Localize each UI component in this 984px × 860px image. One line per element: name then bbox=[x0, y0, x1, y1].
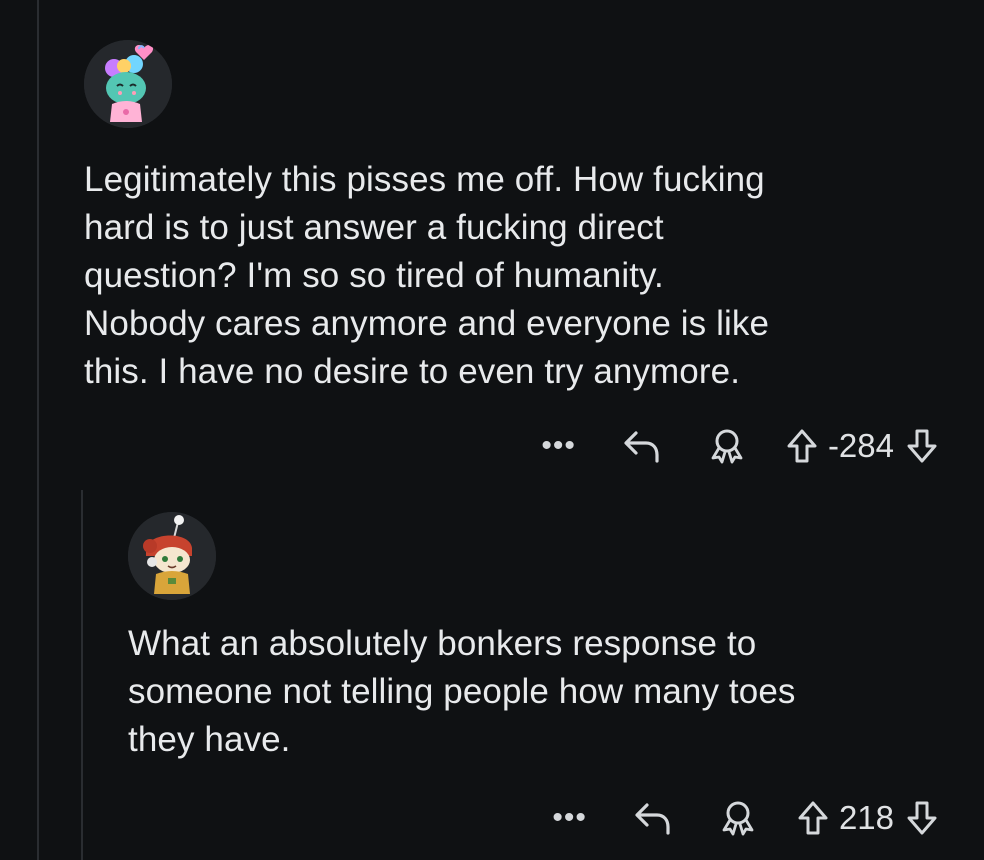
vote-score: -284 bbox=[827, 427, 894, 464]
upvote-button[interactable] bbox=[797, 800, 829, 836]
upvote-arrow-icon bbox=[798, 801, 828, 835]
downvote-arrow-icon bbox=[907, 801, 937, 835]
thread-line-outer[interactable] bbox=[37, 0, 39, 860]
comment-body: Legitimately this pisses me off. How fuc… bbox=[84, 160, 770, 391]
thread-line-reply[interactable] bbox=[81, 490, 83, 860]
comment-action-bar: ••• 218 bbox=[552, 798, 938, 838]
reply-button[interactable] bbox=[622, 429, 662, 463]
reply-arrow-icon bbox=[624, 431, 659, 463]
award-icon bbox=[722, 801, 754, 836]
reply-arrow-icon bbox=[635, 803, 670, 835]
downvote-button[interactable] bbox=[906, 800, 938, 836]
upvote-arrow-icon bbox=[787, 429, 817, 463]
award-button[interactable] bbox=[708, 428, 746, 464]
avatar[interactable] bbox=[128, 512, 216, 600]
comment-body: What an absolutely bonkers response to s… bbox=[128, 624, 796, 759]
more-options-button[interactable]: ••• bbox=[541, 426, 576, 466]
award-button[interactable] bbox=[719, 800, 757, 836]
avatar[interactable] bbox=[84, 40, 172, 128]
downvote-button[interactable] bbox=[906, 428, 938, 464]
more-options-button[interactable]: ••• bbox=[552, 798, 587, 838]
reply-button[interactable] bbox=[633, 801, 673, 835]
upvote-button[interactable] bbox=[786, 428, 818, 464]
comment-action-bar: ••• -284 bbox=[541, 426, 938, 466]
downvote-arrow-icon bbox=[907, 429, 937, 463]
vote-score: 218 bbox=[838, 799, 894, 836]
avatar-snoo-icon bbox=[128, 512, 216, 600]
avatar-snoo-icon bbox=[84, 40, 172, 128]
award-icon bbox=[711, 429, 743, 464]
